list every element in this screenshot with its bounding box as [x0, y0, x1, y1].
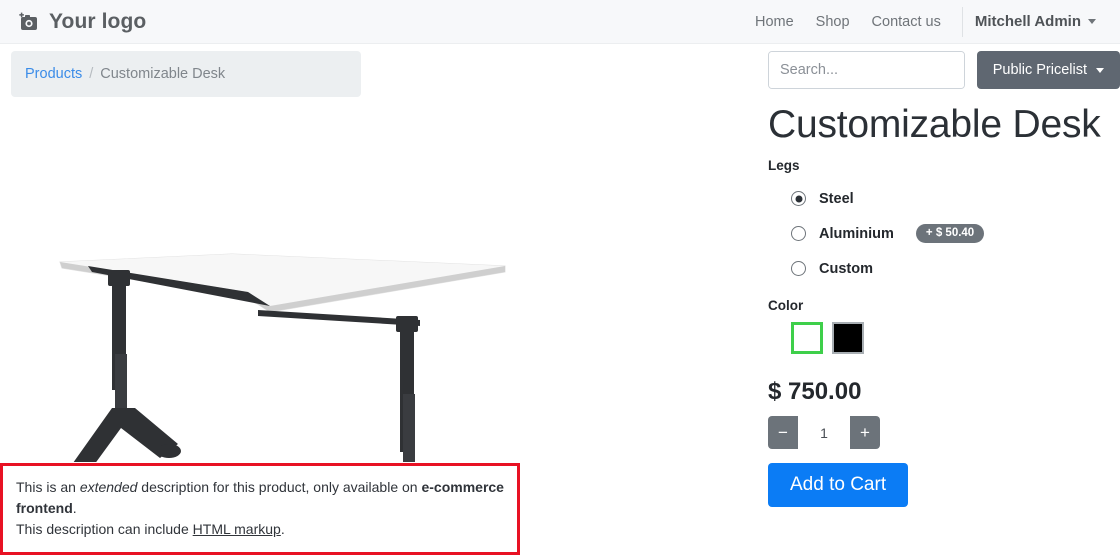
quantity-stepper: − + [768, 416, 880, 449]
search-input[interactable] [769, 52, 964, 88]
attribute-label-legs: Legs [768, 158, 800, 173]
product-price: $ 750.00 [768, 378, 862, 405]
description-text-1a: This is an [16, 479, 80, 495]
page-content: Products / Customizable Desk This is an … [0, 44, 1120, 555]
breadcrumb-link-products[interactable]: Products [25, 66, 82, 82]
user-menu[interactable]: Mitchell Admin [967, 13, 1104, 30]
radio-label-custom: Custom [819, 260, 873, 277]
radio-indicator-aluminium[interactable] [791, 226, 806, 241]
top-navbar: Your logo Home Shop Contact us Mitchell … [0, 0, 1120, 44]
description-line-2: This description can include HTML markup… [16, 519, 504, 540]
camera-add-icon [18, 12, 40, 32]
radio-label-steel: Steel [819, 190, 854, 207]
description-html-markup-link[interactable]: HTML markup [193, 521, 281, 537]
add-to-cart-button[interactable]: Add to Cart [768, 463, 909, 507]
brand-label: Your logo [49, 9, 147, 33]
color-swatch-white[interactable] [791, 322, 823, 354]
radio-option-aluminium[interactable]: Aluminium + $ 50.40 [768, 216, 1120, 251]
search-row: Public Pricelist [768, 51, 1120, 89]
color-swatch-black[interactable] [832, 322, 864, 354]
pricelist-label: Public Pricelist [992, 62, 1087, 78]
product-image[interactable] [0, 144, 560, 543]
breadcrumb: Products / Customizable Desk [11, 51, 361, 97]
breadcrumb-current: Customizable Desk [100, 66, 226, 82]
nav-link-contact-us[interactable]: Contact us [861, 14, 952, 30]
extra-price-badge-aluminium: + $ 50.40 [915, 224, 985, 243]
caret-down-icon [1088, 19, 1096, 24]
brand-logo[interactable]: Your logo [18, 10, 146, 34]
attribute-label-color: Color [768, 298, 804, 313]
caret-down-icon [1096, 67, 1104, 73]
description-text-2a: This description can include [16, 521, 193, 537]
quantity-decrement-button[interactable]: − [768, 416, 798, 449]
radio-option-steel[interactable]: Steel [768, 181, 1120, 216]
page-title: Customizable Desk [768, 103, 1101, 146]
quantity-input[interactable] [798, 416, 850, 449]
nav-link-shop[interactable]: Shop [805, 14, 861, 30]
nav-link-home[interactable]: Home [744, 14, 805, 30]
radio-label-aluminium: Aluminium [819, 225, 894, 242]
navbar-divider [961, 6, 963, 37]
radio-option-custom[interactable]: Custom [768, 251, 1120, 286]
description-text-2b: . [280, 521, 285, 537]
extended-description-box: This is an extended description for this… [0, 463, 520, 555]
description-text-1b: description for this product, only avail… [137, 479, 422, 495]
attribute-options-legs: Steel Aluminium + $ 50.40 Custom [768, 181, 1120, 286]
radio-indicator-custom[interactable] [791, 261, 806, 276]
quantity-increment-button[interactable]: + [850, 416, 880, 449]
pricelist-dropdown-button[interactable]: Public Pricelist [976, 51, 1120, 89]
description-emphasis: extended [79, 479, 138, 495]
search-group [768, 51, 965, 89]
breadcrumb-separator: / [89, 66, 94, 82]
navbar-right: Home Shop Contact us Mitchell Admin [744, 0, 1104, 43]
attribute-options-color [791, 322, 1120, 354]
description-line-1: This is an extended description for this… [16, 477, 504, 519]
product-left-column: Products / Customizable Desk This is an … [0, 44, 760, 555]
product-right-column: Public Pricelist Customizable Desk Legs … [760, 44, 1120, 507]
radio-indicator-steel[interactable] [791, 191, 806, 206]
user-menu-label: Mitchell Admin [974, 13, 1081, 30]
